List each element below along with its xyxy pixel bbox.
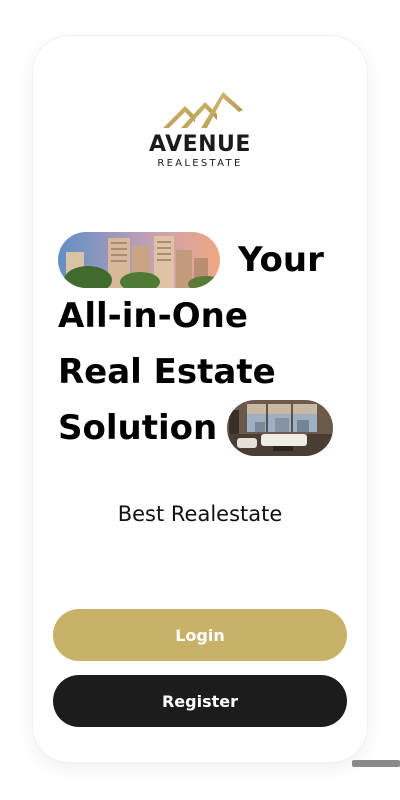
register-button[interactable]: Register bbox=[53, 675, 347, 727]
corner-shadow bbox=[352, 760, 400, 767]
brand-subtitle: REALESTATE bbox=[157, 158, 243, 169]
login-button[interactable]: Login bbox=[53, 609, 347, 661]
brand-name: AVENUE bbox=[149, 132, 251, 157]
hero-line-2: All-in-One bbox=[58, 296, 248, 336]
hero-heading: Your All-in-One Real Estate Solution bbox=[58, 232, 358, 456]
city-apartments-image bbox=[58, 232, 220, 288]
house-roofs-logo-icon bbox=[155, 92, 245, 131]
living-room-image bbox=[227, 400, 334, 456]
hero-line-4: Solution bbox=[58, 400, 358, 456]
hero-line-3: Real Estate bbox=[58, 352, 276, 392]
hero-line-1: Your bbox=[58, 232, 358, 288]
hero-line-4-text: Solution bbox=[58, 408, 218, 448]
hero-line-1-text: Your bbox=[238, 240, 324, 280]
brand-header: AVENUE REALESTATE bbox=[33, 88, 367, 169]
tagline: Best Realestate bbox=[117, 502, 283, 526]
phone-screen: AVENUE REALESTATE Your All-in-One Real E… bbox=[33, 36, 367, 762]
